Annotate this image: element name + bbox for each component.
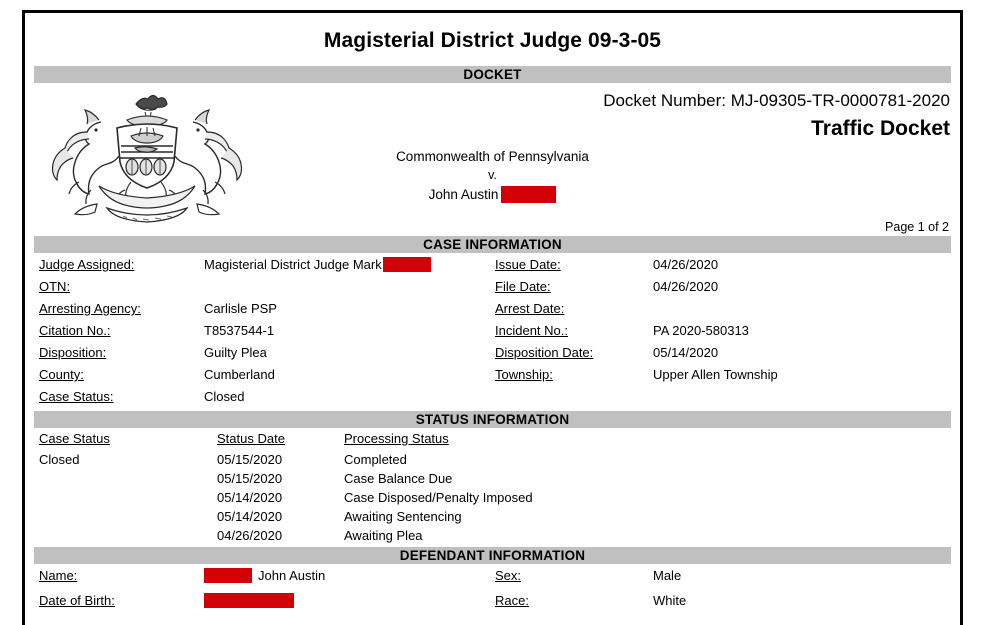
incident-no-value: PA 2020-580313	[653, 323, 749, 338]
status-table-header: Case Status Status Date Processing Statu…	[34, 428, 951, 452]
disposition-date-label: Disposition Date:	[495, 345, 594, 360]
table-row: Closed 05/15/2020 Completed	[34, 452, 951, 471]
defendant-name-label: Name:	[39, 568, 78, 583]
column-header-processing-status: Processing Status	[344, 431, 449, 446]
case-information-body: Judge Assigned: Magisterial District Jud…	[34, 253, 951, 411]
page-number: Page 1 of 2	[885, 220, 949, 234]
file-date-label: File Date:	[495, 279, 551, 294]
table-row: 04/26/2020 Awaiting Plea	[34, 528, 951, 547]
defendant-caption-line: John Austin	[429, 185, 557, 204]
incident-no-label: Incident No.:	[495, 323, 568, 338]
case-info-row: Arresting Agency: Carlisle PSP Arrest Da…	[34, 301, 951, 323]
defendant-info-row: Name: John Austin Sex: Male	[34, 568, 951, 593]
table-row: 05/15/2020 Case Balance Due	[34, 471, 951, 490]
redaction-box	[204, 593, 294, 608]
defendant-race-value: White	[653, 593, 687, 608]
case-info-row: Judge Assigned: Magisterial District Jud…	[34, 257, 951, 279]
case-information-bar: CASE INFORMATION	[34, 236, 951, 253]
page-title: Magisterial District Judge 09-3-05	[323, 29, 662, 52]
status-information-bar: STATUS INFORMATION	[34, 411, 951, 428]
docket-number: Docket Number: MJ-09305-TR-0000781-2020	[603, 91, 950, 110]
redaction-box	[382, 257, 431, 272]
defendant-caption-name: John Austin	[428, 187, 499, 202]
defendant-information-body: Name: John Austin Sex: Male Date of Birt…	[34, 564, 951, 618]
status-date: 05/15/2020	[217, 471, 283, 486]
arresting-agency-label: Arresting Agency:	[39, 301, 141, 316]
defendant-information-bar: DEFENDANT INFORMATION	[34, 547, 951, 564]
judge-assigned-value: Magisterial District Judge Mark	[204, 257, 431, 272]
status-date: 05/15/2020	[217, 452, 283, 467]
defendant-dob-value	[204, 593, 294, 608]
defendant-dob-label: Date of Birth:	[39, 593, 115, 608]
redaction-box	[204, 568, 252, 583]
case-status-value: Closed	[204, 389, 245, 404]
commonwealth-line: Commonwealth of Pennsylvania	[396, 149, 589, 164]
citation-no-label: Citation No.:	[39, 323, 111, 338]
defendant-race-label: Race:	[495, 593, 529, 608]
status-case-status: Closed	[39, 452, 80, 467]
defendant-name-value: John Austin	[204, 568, 325, 583]
versus-line: v.	[488, 168, 497, 182]
disposition-value: Guilty Plea	[204, 345, 267, 360]
arrest-date-label: Arrest Date:	[495, 301, 565, 316]
county-value: Cumberland	[204, 367, 275, 382]
table-row: 05/14/2020 Awaiting Sentencing	[34, 509, 951, 528]
case-caption: Commonwealth of Pennsylvania v. John Aus…	[34, 147, 951, 204]
disposition-date-value: 05/14/2020	[653, 345, 719, 360]
docket-type-heading: Traffic Docket	[811, 117, 950, 140]
township-label: Township:	[495, 367, 553, 382]
case-info-row: Citation No.: T8537544-1 Incident No.: P…	[34, 323, 951, 345]
township-value: Upper Allen Township	[653, 367, 778, 382]
citation-no-value: T8537544-1	[204, 323, 275, 338]
case-status-label: Case Status:	[39, 389, 114, 404]
status-information-body: Case Status Status Date Processing Statu…	[34, 428, 951, 547]
column-header-case-status: Case Status	[39, 431, 110, 446]
status-date: 05/14/2020	[217, 490, 283, 505]
otn-label: OTN:	[39, 279, 71, 294]
arresting-agency-value: Carlisle PSP	[204, 301, 277, 316]
docket-section-bar: DOCKET	[34, 66, 951, 83]
status-date: 04/26/2020	[217, 528, 283, 543]
issue-date-label: Issue Date:	[495, 257, 561, 272]
processing-status: Case Disposed/Penalty Imposed	[344, 490, 533, 505]
case-info-row: County: Cumberland Township: Upper Allen…	[34, 367, 951, 389]
processing-status: Completed	[344, 452, 407, 467]
case-info-row: Disposition: Guilty Plea Disposition Dat…	[34, 345, 951, 367]
redaction-box	[501, 186, 557, 203]
status-date: 05/14/2020	[217, 509, 283, 524]
disposition-label: Disposition:	[39, 345, 107, 360]
case-info-row: Case Status: Closed	[34, 389, 951, 411]
county-label: County:	[39, 367, 84, 382]
issue-date-value: 04/26/2020	[653, 257, 719, 272]
processing-status: Case Balance Due	[344, 471, 453, 486]
judge-assigned-label: Judge Assigned:	[39, 257, 135, 272]
table-row: 05/14/2020 Case Disposed/Penalty Imposed	[34, 490, 951, 509]
column-header-status-date: Status Date	[217, 431, 285, 446]
defendant-info-row: Date of Birth: Race: White	[34, 593, 951, 618]
processing-status: Awaiting Sentencing	[344, 509, 462, 524]
docket-header-block: Docket Number: MJ-09305-TR-0000781-2020 …	[34, 83, 951, 236]
docket-page: Magisterial District Judge 09-3-05 DOCKE…	[22, 10, 963, 625]
defendant-sex-value: Male	[653, 568, 682, 583]
case-info-row: OTN: File Date: 04/26/2020	[34, 279, 951, 301]
processing-status: Awaiting Plea	[344, 528, 423, 543]
defendant-sex-label: Sex:	[495, 568, 522, 583]
file-date-value: 04/26/2020	[653, 279, 719, 294]
